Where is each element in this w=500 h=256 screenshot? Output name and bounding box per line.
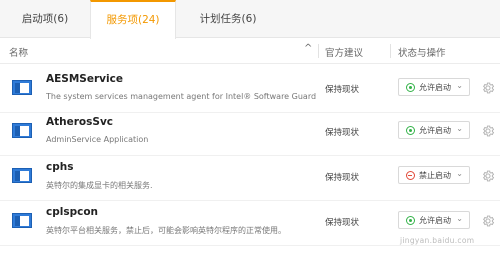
chevron-down-icon: ⌄ [456,124,463,133]
column-divider [318,44,319,58]
table-row: AtherosSvc AdminService Application 保持现状… [0,108,500,156]
service-description: AdminService Application [46,135,149,144]
column-name-header[interactable]: 名称 [9,45,28,59]
sort-asc-icon[interactable]: ^ [304,43,312,54]
service-name: cplspcon [46,206,99,218]
official-advice: 保持现状 [325,128,360,138]
startup-state-dropdown[interactable]: 允许启动 ⌄ [398,211,470,229]
tab-bar: 启动项(6) 服务项(24) 计划任务(6) [0,0,500,39]
tab-startup[interactable]: 启动项(6) [0,0,90,38]
allowed-status-icon [406,126,415,135]
blocked-status-icon [406,171,415,180]
official-advice: 保持现状 [325,173,360,183]
startup-state-label: 允许启动 [419,216,451,225]
chevron-down-icon: ⌄ [456,214,463,223]
official-advice: 保持现状 [325,218,360,228]
startup-state-dropdown[interactable]: 禁止启动 ⌄ [398,166,470,184]
table-header: 名称 ^ 官方建议 状态与操作 [0,38,500,64]
table-row: AESMService The system services manageme… [0,65,500,113]
column-divider [390,44,391,58]
service-app-icon [12,80,32,95]
allowed-status-icon [406,216,415,225]
gear-icon[interactable] [481,214,495,228]
watermark-text: jingyan.baidu.com [400,236,475,245]
tab-scheduled-tasks[interactable]: 计划任务(6) [176,0,280,38]
gear-icon[interactable] [481,169,495,183]
gear-icon[interactable] [481,81,495,95]
official-advice: 保持现状 [325,85,360,95]
gear-icon[interactable] [481,124,495,138]
service-app-icon [12,213,32,228]
column-state-header: 状态与操作 [398,48,446,59]
service-app-icon [12,168,32,183]
allowed-status-icon [406,83,415,92]
column-advice-header: 官方建议 [325,48,364,59]
startup-state-dropdown[interactable]: 允许启动 ⌄ [398,121,470,139]
service-description: 英特尔平台相关服务，禁止后，可能会影响英特尔程序的正常使用。 [46,226,286,235]
startup-state-label: 允许启动 [419,83,451,92]
service-name: AESMService [46,73,123,85]
startup-state-label: 允许启动 [419,126,451,135]
chevron-down-icon: ⌄ [456,169,463,178]
chevron-down-icon: ⌄ [456,81,463,90]
service-app-icon [12,123,32,138]
tab-services[interactable]: 服务项(24) [90,0,176,39]
startup-state-label: 禁止启动 [419,171,451,180]
startup-state-dropdown[interactable]: 允许启动 ⌄ [398,78,470,96]
service-description: The system services management agent for… [46,92,318,101]
service-name: AtherosSvc [46,116,114,128]
table-row: cphs 英特尔的集成显卡的相关服务. 保持现状 禁止启动 ⌄ [0,153,500,201]
service-name: cphs [46,161,74,173]
service-description: 英特尔的集成显卡的相关服务. [46,181,153,190]
